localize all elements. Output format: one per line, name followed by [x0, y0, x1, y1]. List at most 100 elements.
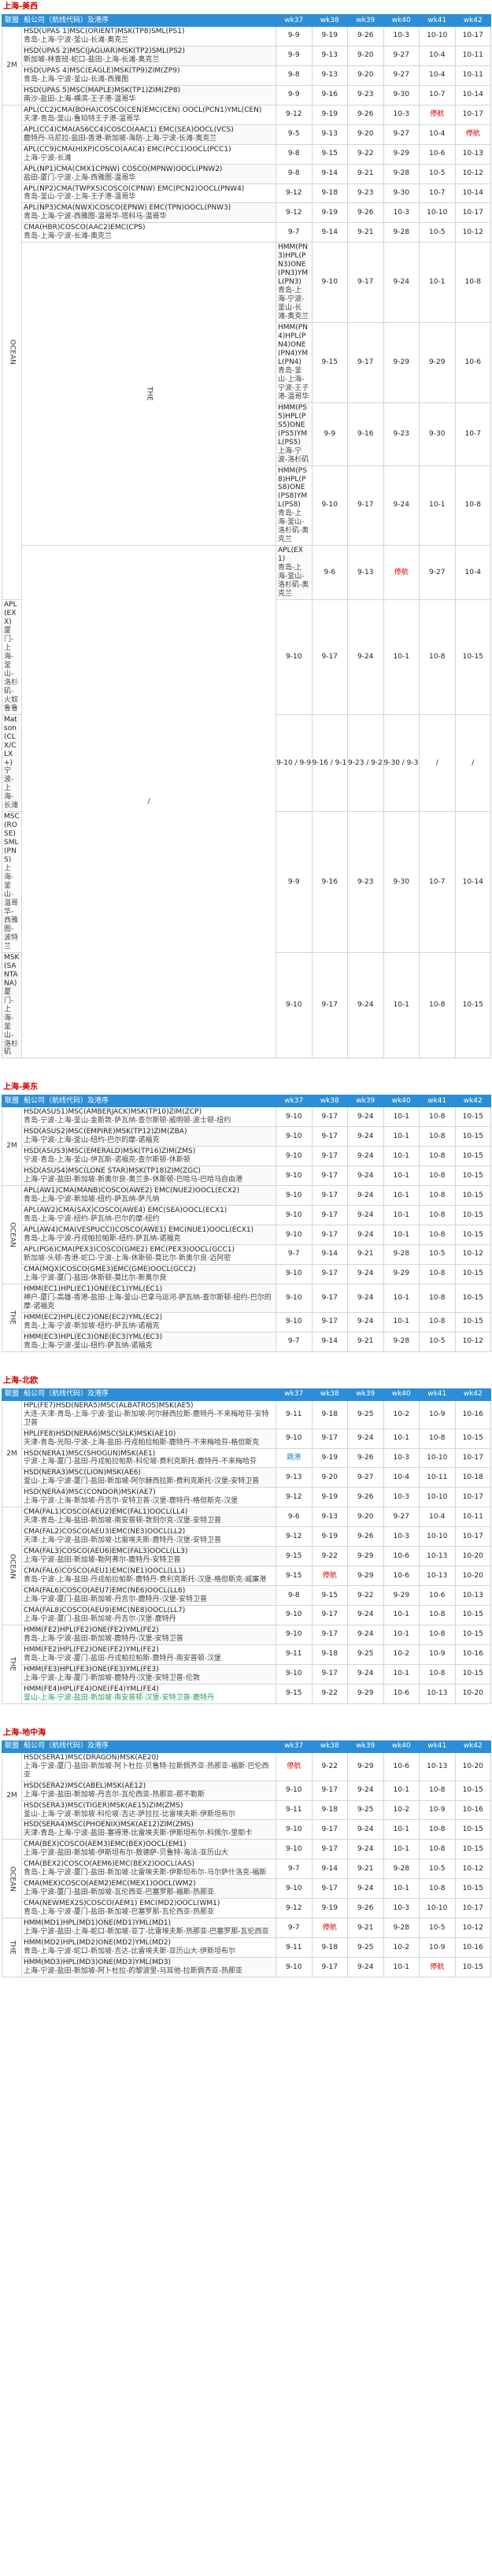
route-code: CMA(NEWMEX2S)COSCO(AEM1) EMC(MD2)OOCL(WM…: [24, 1900, 220, 1908]
alliance-cell: THE: [21, 242, 276, 547]
route-code: CMA(FAL6)COSCO(AEU1)EMC(NE1)OOCL(LL1): [24, 1567, 186, 1576]
table-row: APL(AW4)CMA(VESPUCCI)COSCO(AWE1) EMC(NUE…: [2, 1225, 491, 1245]
route-code: HMM(MD1)HPL(MD1)ONE(MD1)YML(MD1): [24, 1919, 172, 1928]
column-header: wk41: [419, 1388, 456, 1401]
week-date-cell: 9-24: [347, 1780, 384, 1801]
week-date-cell: 9-22: [311, 1751, 348, 1781]
route-code: APL(EXX): [4, 601, 17, 626]
week-date-cell: 10-2: [383, 1399, 420, 1429]
week-date-cell: 10-10: [419, 1526, 456, 1547]
port-rotation: 神户-厦门-高雄-香港-盐田-上海-釜山-巴拿马运河-萨瓦纳-查尔斯顿-纽约-巴…: [24, 1293, 272, 1310]
week-date-cell: 9-9: [276, 45, 313, 66]
week-date-cell: 10-3: [383, 1898, 420, 1919]
week-date-cell: 9-20: [311, 1467, 348, 1488]
week-date-cell: 9-23 / 9-23: [347, 713, 384, 813]
column-header: wk42: [454, 1095, 491, 1108]
week-date-cell: 10-15: [454, 951, 491, 1059]
week-date-cell: 停航: [419, 104, 456, 125]
route-cell: HMM(PS5)HPL(PS5)ONE(PS5)YML(PS5) 上海-宁波-洛杉…: [276, 402, 313, 466]
week-date-cell: 10-8: [419, 1311, 456, 1332]
week-date-cell: 10-4: [419, 1507, 456, 1528]
column-header: 联盟: [2, 14, 22, 27]
port-rotation: 青岛-上海-宁波-釜山-纽约-萨瓦纳-诺福克: [24, 1341, 153, 1350]
route-cell: HMM(FE4)HPL(FE4)ONE(FE4)YML(FE4) 釜山-上海-宁波…: [21, 1683, 276, 1704]
route-code: CMA(HBR)COSCO(AAC2)EMC(CPS): [24, 224, 146, 232]
week-date-cell: 9-10: [311, 242, 348, 324]
week-date-cell: 9-29: [347, 1683, 384, 1704]
week-date-cell: 9-8: [276, 65, 313, 86]
week-date-cell: 9-14: [311, 1244, 348, 1265]
schedule-table: 联盟 船公司（航线代码）及港序 wk37 wk38 wk39 wk40 wk41 wk42 2M…: [2, 14, 491, 1059]
week-date-cell: 10-17: [454, 1898, 491, 1919]
table-row: APL(PG6)CMA(PEX3)COSCO(GME2) EMC(PEX3)OO…: [2, 1244, 491, 1265]
week-date-cell: 9-17: [311, 1106, 348, 1128]
table-row: THE HMM(EC1)HPL(EC1)ONE(EC1)YML(EC1) 神户-厦门…: [2, 1283, 491, 1352]
port-rotation: 青岛-上海-宁波-厦门-盐田-新加坡-巴塞罗那-瓦伦西亚-热那亚: [24, 1908, 214, 1917]
week-date-cell: 9-9: [276, 84, 313, 106]
week-date-cell: 10-13: [419, 1751, 456, 1781]
week-date-cell: 9-16: [311, 84, 348, 106]
week-date-cell: 10-5: [419, 1918, 456, 1939]
week-date-cell: 10-5: [419, 163, 456, 184]
week-date-cell: 9-17: [311, 1780, 348, 1801]
route-cell: HSD(ASUS4)MSC(LONE STAR)MSK(TP18)ZIM(ZGC…: [21, 1166, 276, 1187]
week-date-cell: 9-20: [347, 45, 384, 66]
week-date-cell: 9-24: [347, 951, 384, 1059]
column-header: wk39: [347, 1388, 384, 1401]
table-row: HPL(FE8)HSD(NERA6)MSC(SILK)MSK(AE10) 天津-青…: [2, 1428, 491, 1449]
week-date-cell: 10-6: [383, 1683, 420, 1704]
week-date-cell: 9-16: [347, 402, 384, 466]
port-rotation: 上海-宁波-厦门-盐田-休斯顿-莫比尔-新奥尔良: [24, 1273, 167, 1282]
route-code: HMM(PS5)HPL(PS5)ONE(PS5)YML(PS5): [278, 403, 308, 447]
week-date-cell: 9-10: [276, 1428, 313, 1449]
week-date-cell: 9-28: [383, 1859, 420, 1880]
week-date-cell: 10-5: [419, 1331, 456, 1352]
route-code: HMM(PN4)HPL(PN4)ONE(PN4)YML(PN4): [278, 324, 309, 366]
week-date-cell: 9-22: [311, 1546, 348, 1567]
table-row: CMA(MEX)COSCO(AEM2)EMC(MEX1)OOCL(WM2) 上海-…: [2, 1878, 491, 1900]
week-date-cell: 10-13: [419, 1566, 456, 1587]
route-code: HSD(NERA3)MSC(LION)MSK(AE6): [24, 1469, 141, 1477]
week-date-cell: 9-8: [276, 1585, 313, 1606]
port-rotation: 天津-青岛-釜山-鲁珀特王子港-温哥华: [24, 114, 140, 123]
week-date-cell: 10-4: [454, 545, 491, 601]
port-rotation: 青岛-上海-宁波-长滩-奥克兰: [24, 232, 112, 241]
week-date-cell: 10-8: [419, 1624, 456, 1645]
week-date-cell: 10-20: [454, 1683, 491, 1704]
table-row: HSD(SERA2)MSC(ABEL)MSK(AE12) 上海-宁波-盐田-新加坡…: [2, 1780, 491, 1801]
column-header: wk38: [311, 1740, 348, 1753]
week-date-cell: 10-1: [383, 599, 420, 715]
table-row: APL(NP1)CMA(CMX1CPNW) COSCO(MPNW)OOCL(PN…: [2, 163, 491, 184]
week-date-cell: 9-8: [276, 143, 313, 165]
week-date-cell: 9-9: [311, 402, 348, 466]
week-date-cell: 10-5: [419, 222, 456, 243]
column-header: wk39: [347, 1740, 384, 1753]
table-row: APL(NP2)CMA(TWPXS)COSCO(CPNW) EMC(PCN2)O…: [2, 183, 491, 204]
week-date-cell: 9-17: [311, 1428, 348, 1449]
route-code: APL(NP3)CMA(NWX)COSCO(EPNW) EMC(TPN)OOCL…: [24, 204, 231, 213]
route-cell: APL(PG6)CMA(PEX3)COSCO(GME2) EMC(PEX3)OO…: [21, 1244, 276, 1265]
week-date-cell: 9-10: [276, 1225, 313, 1245]
port-rotation: 上海-宁波-上海-釜山-纽约-巴尔的摩-诺福克: [24, 1136, 160, 1145]
route-code: HMM(FE3)HPL(FE3)ONE(FE3)YML(FE3): [24, 1665, 159, 1673]
week-date-cell: 9-12: [276, 1898, 313, 1919]
table-row: HSD(ASUS3)MSC(EMERALD)MSK(TP16)ZIM(ZMS) 宁…: [2, 1146, 491, 1167]
route-code: HSD(SERA3)MSC(TIGER)MSK(AE15)ZIM(ZMS): [24, 1801, 183, 1810]
week-date-cell: 9-10: [276, 951, 313, 1059]
week-date-cell: 10-6: [454, 322, 491, 403]
table-row: CMA(NEWMEX2S)COSCO(AEM1) EMC(MD2)OOCL(WM…: [2, 1898, 491, 1919]
week-date-cell: 10-6: [383, 1566, 420, 1587]
alliance-cell: /: [21, 545, 276, 1059]
week-date-cell: 10-17: [454, 1487, 491, 1508]
route-code: HSD(SERA4)MSC(PHOENIX)MSK(AE12)ZIM(ZMS): [24, 1821, 194, 1829]
table-row: THE HMM(MD1)HPL(MD1)ONE(MD1)YML(MD1) 上海-宁波…: [2, 1918, 491, 1977]
week-date-cell: 9-10: [276, 1185, 313, 1206]
week-date-cell: 9-24: [347, 1624, 384, 1645]
week-date-cell: 10-17: [454, 104, 491, 125]
port-rotation: 青岛-上海-宁波-厦门-盐田-丹戎帕拉帕斯-鹿特丹-南安普顿-汉堡: [24, 1654, 221, 1662]
week-date-cell: 9-14: [311, 222, 348, 243]
week-date-cell: 10-15: [454, 1185, 491, 1206]
week-date-cell: 10-5: [419, 1244, 456, 1265]
week-date-cell: 9-13: [311, 45, 348, 66]
week-date-cell: 10-1: [383, 1185, 420, 1206]
